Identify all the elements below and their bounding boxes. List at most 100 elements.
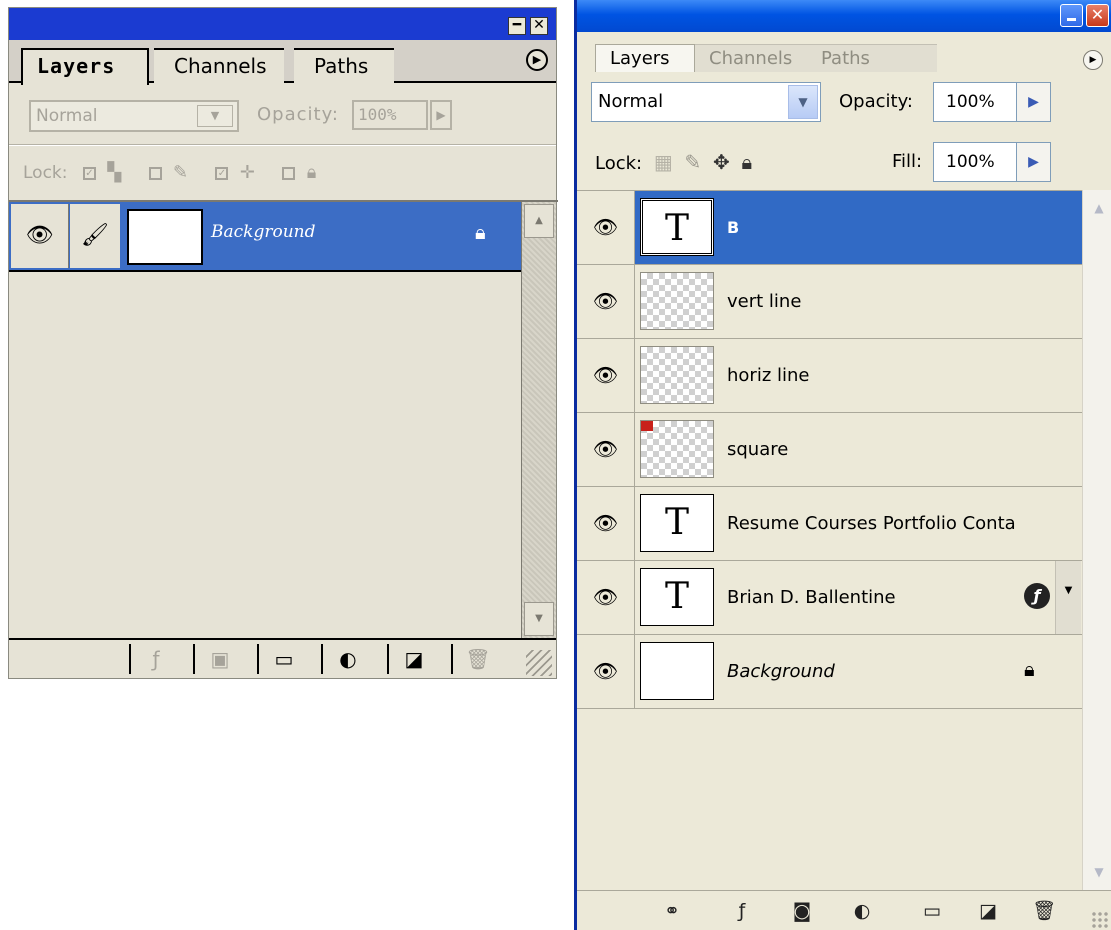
brush-icon[interactable]: 🖌︎	[70, 204, 120, 268]
chevron-down-icon[interactable]: ▼	[197, 105, 233, 127]
lock-row: Lock: ✓ ▚ ✎ ✓ ✛ 🔒︎	[23, 158, 338, 188]
opacity-input[interactable]: 100%	[352, 100, 428, 130]
adjustment-icon[interactable]: ◐	[321, 644, 373, 674]
eye-icon[interactable]: 👁︎	[577, 413, 635, 486]
lock-transparency-icon[interactable]: ▦	[654, 148, 673, 176]
layer-name: square	[727, 439, 789, 460]
tab-paths[interactable]: Paths	[294, 48, 394, 83]
resize-grip-icon[interactable]	[526, 650, 552, 676]
layer-list: 👁︎ 🖌︎ Background 🔒︎ ▲ ▼	[9, 200, 558, 638]
scrollbar[interactable]: ▲ ▼	[1082, 190, 1111, 890]
adjustment-icon[interactable]: ◐	[847, 897, 877, 925]
opacity-label: Opacity:	[257, 104, 339, 125]
text-layer-thumbnail: T	[640, 568, 714, 626]
panel-titlebar[interactable]: ━ ✕	[9, 8, 556, 40]
resize-grip-icon[interactable]	[1091, 911, 1109, 929]
text-layer-thumbnail: T	[640, 494, 714, 552]
blend-mode-value: Normal	[598, 91, 664, 112]
eye-icon[interactable]: 👁︎	[577, 265, 635, 338]
transparency-icon: ▚	[107, 162, 122, 183]
layer-thumbnail	[127, 209, 203, 265]
fx-icon[interactable]: ƒ	[129, 644, 181, 674]
tab-layers[interactable]: Layers	[595, 44, 695, 72]
divider	[9, 144, 556, 146]
layer-row-background[interactable]: 👁︎ 🖌︎ Background 🔒︎	[9, 202, 521, 272]
panel-titlebar[interactable]: ✕	[577, 0, 1111, 32]
layer-row-square[interactable]: 👁︎ square	[577, 413, 1082, 487]
folder-icon[interactable]: ▭	[917, 897, 947, 925]
chevron-down-icon[interactable]: ▼	[788, 85, 818, 119]
new-layer-icon[interactable]: ◪	[387, 644, 439, 674]
lock-transparency-checkbox[interactable]: ✓	[82, 166, 96, 180]
lock-label: Lock:	[23, 163, 68, 183]
close-button[interactable]: ✕	[530, 17, 548, 35]
eye-icon[interactable]: 👁︎	[577, 191, 635, 264]
expand-effects-icon[interactable]: ▼	[1055, 561, 1081, 634]
layer-row-brian-d-ballentine[interactable]: 👁︎ T Brian D. Ballentine ƒ ▼	[577, 561, 1082, 635]
layer-effects-icon[interactable]: ƒ	[1024, 583, 1050, 609]
scroll-down-icon[interactable]: ▼	[524, 602, 554, 636]
layer-thumbnail	[640, 272, 714, 330]
scroll-up-icon[interactable]: ▲	[1087, 196, 1111, 220]
fill-input[interactable]: 100%	[933, 142, 1017, 182]
blend-mode-select[interactable]: Normal ▼	[29, 100, 239, 132]
brush-icon: ✎	[172, 162, 189, 183]
layer-row-horiz-line[interactable]: 👁︎ horiz line	[577, 339, 1082, 413]
layer-row-background[interactable]: 👁︎ Background 🔒︎	[577, 635, 1082, 709]
opacity-slider-arrow-icon[interactable]: ▶	[430, 100, 452, 130]
link-icon[interactable]: ⚭	[657, 897, 687, 925]
move-icon[interactable]: ✥	[713, 148, 730, 176]
layer-thumbnail	[640, 346, 714, 404]
fill-slider-arrow-icon[interactable]: ▶	[1017, 142, 1051, 182]
tab-label: Channels	[174, 54, 267, 78]
opacity-input[interactable]: 100%	[933, 82, 1017, 122]
lock-icon[interactable]: 🔒︎	[741, 148, 752, 176]
layer-row-vert-line[interactable]: 👁︎ vert line	[577, 265, 1082, 339]
fill-label: Fill:	[892, 151, 923, 172]
tab-paths[interactable]: Paths	[807, 44, 937, 72]
blend-mode-value: Normal	[36, 106, 98, 126]
blend-mode-select[interactable]: Normal ▼	[591, 82, 821, 122]
minimize-button[interactable]: ━	[508, 17, 526, 35]
layer-thumbnail	[640, 420, 714, 478]
scrollbar[interactable]: ▲ ▼	[521, 202, 556, 638]
tab-bar: Layers Channels Paths ▶	[577, 32, 1111, 72]
panel-menu-arrow-icon[interactable]: ▶	[526, 49, 548, 71]
eye-icon[interactable]: 👁︎	[577, 635, 635, 708]
tab-label: Layers	[37, 54, 116, 78]
close-button[interactable]: ✕	[1086, 4, 1109, 27]
eye-icon[interactable]: 👁︎	[577, 561, 635, 634]
trash-icon[interactable]: 🗑︎	[1029, 897, 1059, 925]
lock-icon: 🔒︎	[306, 162, 317, 183]
lock-all-checkbox[interactable]	[282, 166, 296, 180]
layer-row-b[interactable]: 👁︎ T B	[577, 191, 1082, 265]
minimize-button[interactable]	[1060, 4, 1083, 27]
mask-icon[interactable]: ▣	[193, 644, 245, 674]
lock-position-checkbox[interactable]: ✓	[215, 166, 229, 180]
layer-row-nav-text[interactable]: 👁︎ T Resume Courses Portfolio Conta	[577, 487, 1082, 561]
panel-menu-arrow-icon[interactable]: ▶	[1083, 50, 1103, 70]
tab-layers[interactable]: Layers	[21, 48, 149, 85]
lock-row: Lock: ▦ ✎ ✥ 🔒︎	[595, 148, 752, 178]
layer-name: Brian D. Ballentine	[727, 587, 896, 608]
eye-icon[interactable]: 👁︎	[577, 339, 635, 412]
scroll-down-icon[interactable]: ▼	[1087, 860, 1111, 884]
tab-channels[interactable]: Channels	[154, 48, 284, 83]
layers-panel-classic: ━ ✕ Layers Channels Paths ▶ Normal ▼ Opa…	[8, 7, 558, 679]
trash-icon[interactable]: 🗑︎	[451, 644, 503, 674]
layer-name: horiz line	[727, 365, 810, 386]
scroll-up-icon[interactable]: ▲	[524, 204, 554, 238]
lock-icon: 🔒︎	[1024, 657, 1035, 681]
folder-icon[interactable]: ▭	[257, 644, 309, 674]
eye-icon[interactable]: 👁︎	[11, 204, 69, 268]
mask-icon[interactable]: ◙	[787, 897, 817, 925]
brush-icon[interactable]: ✎	[684, 148, 701, 176]
lock-image-checkbox[interactable]	[148, 166, 162, 180]
opacity-slider-arrow-icon[interactable]: ▶	[1017, 82, 1051, 122]
eye-icon[interactable]: 👁︎	[577, 487, 635, 560]
fx-icon[interactable]: ƒ	[727, 897, 757, 925]
layers-panel-xp: ✕ Layers Channels Paths ▶ Normal ▼ Opaci…	[574, 0, 1111, 930]
tab-bar: Layers Channels Paths ▶	[9, 40, 556, 85]
new-layer-icon[interactable]: ◪	[973, 897, 1003, 925]
tab-channels[interactable]: Channels	[695, 44, 807, 72]
